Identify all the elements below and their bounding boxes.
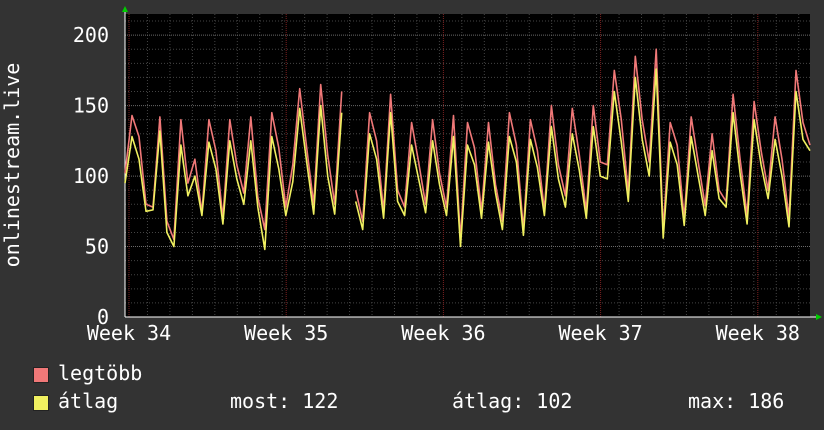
stat-atlag: átlag: 102 xyxy=(452,389,573,413)
x-tick-label: Week 37 xyxy=(558,321,642,345)
stat-most: most: 122 xyxy=(230,389,339,413)
x-axis-arrow-icon xyxy=(816,314,822,320)
x-tick-label: Week 34 xyxy=(87,321,171,345)
y-axis-title: onlinestream.live xyxy=(0,63,24,268)
y-tick-label: 150 xyxy=(73,94,109,118)
y-tick-label: 100 xyxy=(73,164,109,188)
x-tick-label: Week 35 xyxy=(244,321,328,345)
x-tick-label: Week 38 xyxy=(716,321,800,345)
legend-swatch-atlag xyxy=(33,395,49,411)
y-tick-label: 50 xyxy=(85,235,109,259)
legend-label-atlag: átlag xyxy=(58,389,119,413)
stat-max: max: 186 xyxy=(688,389,785,413)
legend-swatch-legtobb xyxy=(33,367,49,383)
y-axis-arrow-icon xyxy=(122,6,128,12)
y-tick-label: 200 xyxy=(73,23,109,47)
x-tick-label: Week 36 xyxy=(401,321,485,345)
legend-label-legtobb: legtöbb xyxy=(58,361,143,385)
